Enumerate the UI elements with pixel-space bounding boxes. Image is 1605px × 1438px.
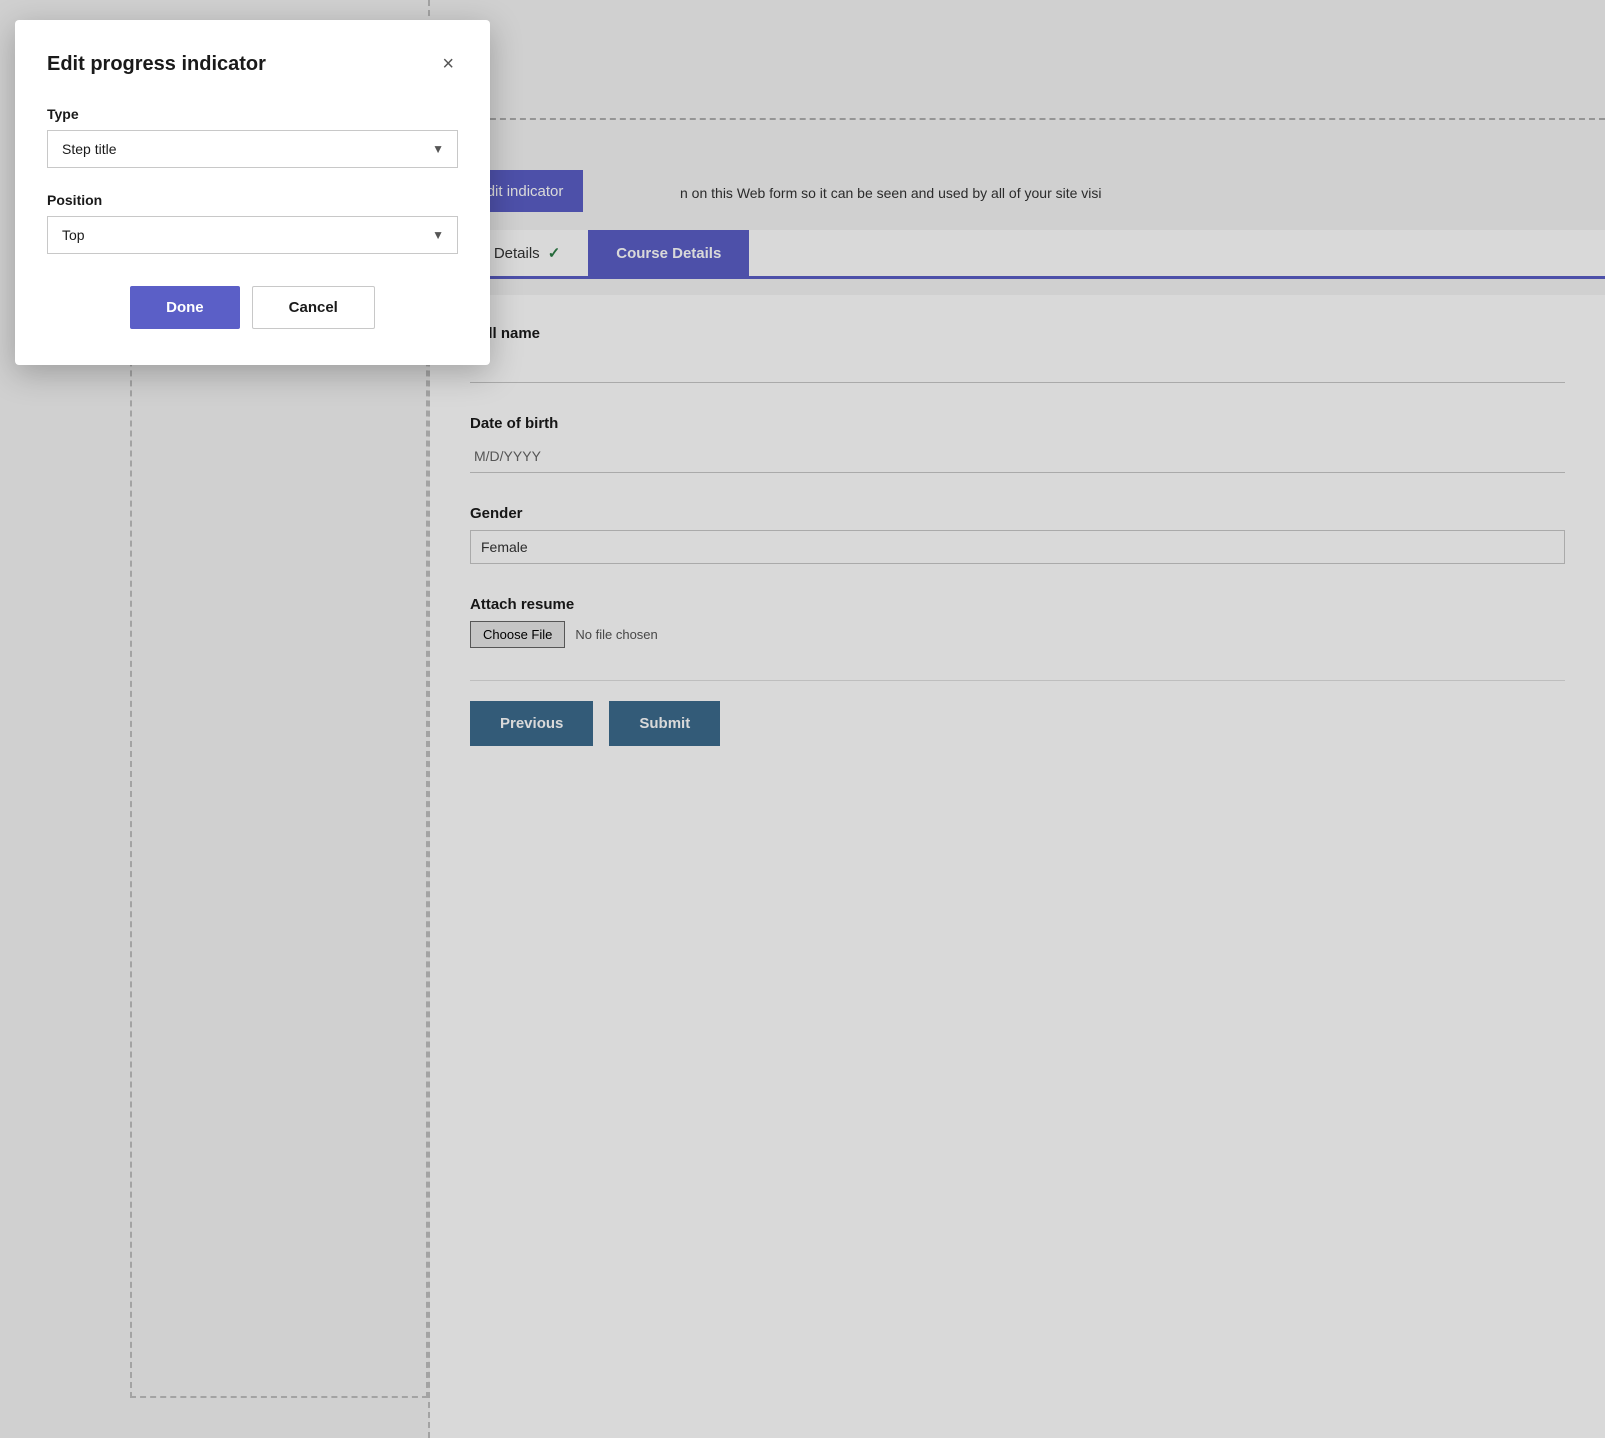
position-select[interactable]: Top Bottom Left Right [47, 216, 458, 254]
position-label: Position [47, 192, 458, 208]
modal-header: Edit progress indicator × [47, 50, 458, 78]
close-icon: × [442, 53, 454, 75]
modal-close-button[interactable]: × [438, 50, 458, 78]
cancel-label: Cancel [289, 299, 338, 316]
type-label: Type [47, 106, 458, 122]
done-button[interactable]: Done [130, 286, 240, 329]
position-select-wrapper: Top Bottom Left Right ▼ [47, 216, 458, 254]
modal-buttons: Done Cancel [47, 286, 458, 329]
type-select-wrapper: Step title Progress bar Percentage None … [47, 130, 458, 168]
edit-progress-indicator-modal: Edit progress indicator × Type Step titl… [15, 20, 490, 365]
cancel-button[interactable]: Cancel [252, 286, 375, 329]
modal-position-field: Position Top Bottom Left Right ▼ [47, 192, 458, 254]
type-select[interactable]: Step title Progress bar Percentage None [47, 130, 458, 168]
done-label: Done [166, 299, 204, 316]
modal-title: Edit progress indicator [47, 53, 266, 76]
modal-type-field: Type Step title Progress bar Percentage … [47, 106, 458, 168]
